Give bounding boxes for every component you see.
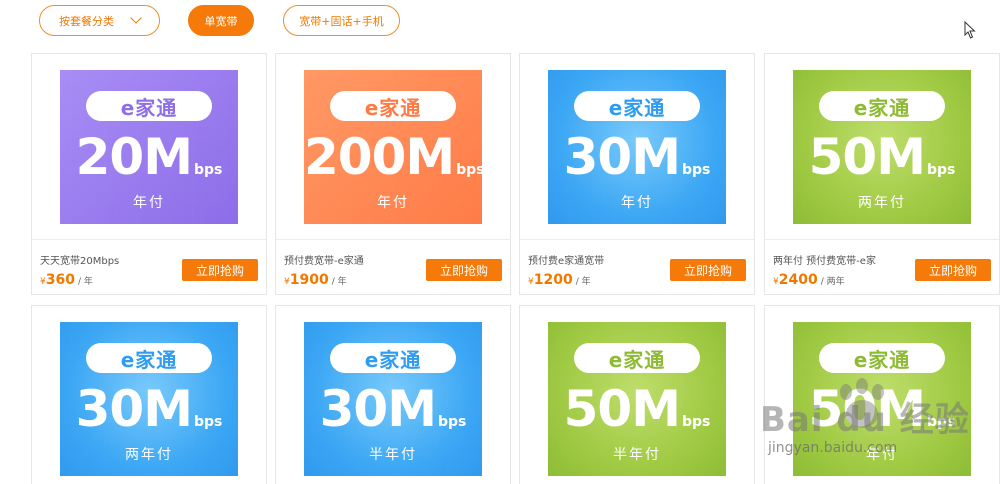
speed-unit: bps (437, 414, 467, 430)
product-banner[interactable]: e家通 30M bps 两年付 (60, 322, 238, 476)
product-info: 预付费宽带-e家通 ¥1900/ 年 立即抢购 (276, 239, 510, 295)
buy-now-button[interactable]: 立即抢购 (915, 259, 991, 281)
speed-value: 200M (304, 128, 455, 186)
speed-unit: bps (456, 162, 482, 178)
filter-by-package-dropdown[interactable]: 按套餐分类 (39, 5, 160, 36)
product-banner[interactable]: e家通 30M bps 年付 (548, 70, 726, 224)
filter-label: 宽带+固话+手机 (299, 14, 384, 28)
brand-pill: e家通 (330, 343, 456, 373)
product-price: ¥1900/ 年 (284, 272, 347, 288)
product-card[interactable]: e家通 200M bps 年付 预付费宽带-e家通 ¥1900/ 年 立即抢购 (275, 53, 511, 295)
product-card[interactable]: e家通 30M bps 两年付 (31, 305, 267, 484)
product-info: 天天宽带20Mbps ¥360/ 年 立即抢购 (32, 239, 266, 295)
product-name[interactable]: 两年付 预付费宽带-e家 (773, 252, 876, 267)
speed-unit: bps (926, 414, 956, 430)
payment-term: 年付 (377, 195, 409, 211)
product-banner[interactable]: e家通 50M bps 年付 (793, 322, 971, 476)
mouse-cursor-icon (964, 21, 976, 39)
speed-value: 30M (75, 380, 193, 438)
speed-value: 30M (563, 128, 681, 186)
speed-value: 20M (75, 128, 193, 186)
buy-now-button[interactable]: 立即抢购 (670, 259, 746, 281)
brand-pill: e家通 (574, 91, 700, 121)
product-card[interactable]: e家通 50M bps 年付 (764, 305, 1000, 484)
payment-term: 两年付 (125, 447, 173, 463)
product-name[interactable]: 预付费e家通宽带 (528, 252, 604, 267)
brand-pill: e家通 (86, 343, 212, 373)
brand-pill: e家通 (86, 91, 212, 121)
product-price: ¥1200/ 年 (528, 272, 591, 288)
speed-unit: bps (926, 162, 956, 178)
product-price: ¥360/ 年 (40, 272, 93, 288)
speed-value: 30M (319, 380, 437, 438)
filter-label: 单宽带 (204, 14, 238, 28)
brand-pill: e家通 (574, 343, 700, 373)
buy-now-button[interactable]: 立即抢购 (426, 259, 502, 281)
product-card[interactable]: e家通 20M bps 年付 天天宽带20Mbps ¥360/ 年 立即抢购 (31, 53, 267, 295)
speed-value: 50M (808, 128, 926, 186)
payment-term: 半年付 (369, 447, 417, 463)
speed-unit: bps (681, 414, 711, 430)
product-card[interactable]: e家通 50M bps 半年付 (519, 305, 755, 484)
product-name[interactable]: 预付费宽带-e家通 (284, 252, 364, 267)
payment-term: 年付 (866, 447, 898, 463)
speed-value: 50M (563, 380, 681, 438)
product-banner[interactable]: e家通 50M bps 两年付 (793, 70, 971, 224)
speed-unit: bps (681, 162, 711, 178)
product-info: 两年付 预付费宽带-e家 ¥2400/ 两年 立即抢购 (765, 239, 999, 295)
product-card[interactable]: e家通 30M bps 半年付 (275, 305, 511, 484)
filter-broadband-phone-mobile[interactable]: 宽带+固话+手机 (283, 5, 400, 36)
product-banner[interactable]: e家通 20M bps 年付 (60, 70, 238, 224)
chevron-down-icon (130, 12, 142, 24)
filter-single-broadband[interactable]: 单宽带 (188, 5, 254, 36)
speed-value: 50M (808, 380, 926, 438)
product-name[interactable]: 天天宽带20Mbps (40, 252, 119, 267)
payment-term: 半年付 (613, 447, 661, 463)
speed-unit: bps (193, 414, 223, 430)
filter-label: 按套餐分类 (59, 14, 114, 28)
package-filter-bar: 按套餐分类 单宽带 宽带+固话+手机 (0, 0, 1000, 50)
speed-unit: bps (193, 162, 223, 178)
brand-pill: e家通 (330, 91, 456, 121)
brand-pill: e家通 (819, 91, 945, 121)
product-info: 预付费e家通宽带 ¥1200/ 年 立即抢购 (520, 239, 754, 295)
product-price: ¥2400/ 两年 (773, 272, 845, 288)
product-banner[interactable]: e家通 50M bps 半年付 (548, 322, 726, 476)
payment-term: 两年付 (858, 195, 906, 211)
product-card[interactable]: e家通 50M bps 两年付 两年付 预付费宽带-e家 ¥2400/ 两年 立即… (764, 53, 1000, 295)
product-card[interactable]: e家通 30M bps 年付 预付费e家通宽带 ¥1200/ 年 立即抢购 (519, 53, 755, 295)
payment-term: 年付 (133, 195, 165, 211)
product-banner[interactable]: e家通 200M bps 年付 (304, 70, 482, 224)
buy-now-button[interactable]: 立即抢购 (182, 259, 258, 281)
brand-pill: e家通 (819, 343, 945, 373)
payment-term: 年付 (621, 195, 653, 211)
product-banner[interactable]: e家通 30M bps 半年付 (304, 322, 482, 476)
